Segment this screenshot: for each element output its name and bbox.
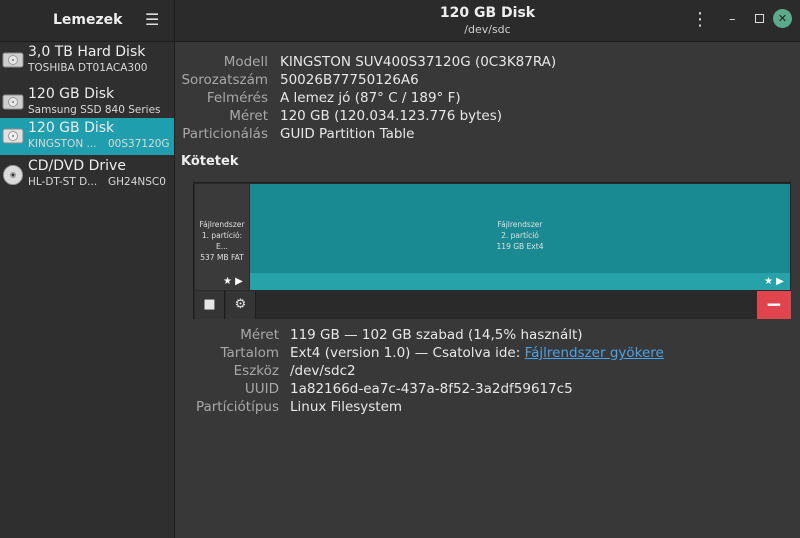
- vol-content-label: Tartalom: [220, 345, 279, 361]
- drive-list: 3,0 TB Hard Disk TOSHIBA DT01ACA300 120 …: [0, 42, 175, 538]
- vol-uuid-value: 1a82166d-ea7c-437a-8f52-3a2df59617c5: [290, 381, 573, 397]
- partitioning-label: Particionálás: [182, 126, 268, 142]
- partition-2[interactable]: Fájlrendszer 2. partíció 119 GB Ext4 ★ ▶: [250, 184, 790, 290]
- partition-2-label: Fájlrendszer 2. partíció 119 GB Ext4: [496, 220, 544, 251]
- serial-value: 50026B77750126A6: [280, 72, 419, 88]
- maximize-icon[interactable]: [755, 14, 764, 23]
- mounted-star-icon: ★ ▶: [223, 276, 243, 287]
- optical-disc-icon: [2, 164, 24, 190]
- drive-serial: 00S37120G: [108, 138, 170, 150]
- sidebar-title: Lemezek: [53, 12, 123, 28]
- partition-1-label: Fájlrendszer 1. partíció: E... 537 MB FA…: [199, 220, 245, 262]
- vol-content-value: Ext4 (version 1.0) — Csatolva ide: Fájlr…: [290, 345, 664, 361]
- drive-model: KINGSTON ...: [28, 138, 97, 150]
- vol-size-value: 119 GB — 102 GB szabad (14,5% használt): [290, 327, 583, 343]
- vol-parttype-value: Linux Filesystem: [290, 399, 403, 415]
- gear-settings-icon[interactable]: ⚙: [226, 291, 256, 319]
- partition-2-usage-band: [250, 273, 790, 290]
- drive-name: 120 GB Disk: [28, 86, 115, 102]
- vol-device-value: /dev/sdc2: [290, 363, 356, 379]
- hard-disk-icon: [2, 50, 24, 74]
- kebab-menu-icon[interactable]: ⋮: [691, 9, 709, 30]
- ssd-icon: [2, 126, 24, 150]
- drive-name: CD/DVD Drive: [28, 158, 126, 174]
- disk-details-panel: Modell KINGSTON SUV400S37120G (0C3K87RA)…: [175, 42, 800, 538]
- model-label: Modell: [223, 54, 268, 70]
- assessment-label: Felmérés: [206, 90, 268, 106]
- mounted-star-icon: ★ ▶: [764, 276, 784, 287]
- volumes-title: Kötetek: [181, 154, 239, 169]
- size-value: 120 GB (120.034.123.776 bytes): [280, 108, 503, 124]
- vol-size-label: Méret: [240, 327, 279, 343]
- vol-uuid-label: UUID: [244, 381, 279, 397]
- vol-parttype-label: Partíciótípus: [195, 399, 279, 415]
- model-value: KINGSTON SUV400S37120G (0C3K87RA): [280, 54, 557, 70]
- drive-item-2[interactable]: 120 GB Disk KINGSTON ... 00S37120G: [0, 118, 174, 155]
- drive-name: 3,0 TB Hard Disk: [28, 44, 146, 60]
- sidebar-header: Lemezek ☰: [0, 0, 175, 42]
- volumes-graph: Fájlrendszer 1. partíció: E... 537 MB FA…: [193, 182, 791, 319]
- drive-item-0[interactable]: 3,0 TB Hard Disk TOSHIBA DT01ACA300: [0, 42, 174, 79]
- drive-item-3[interactable]: CD/DVD Drive HL-DT-ST D... GH24NSC0: [0, 156, 174, 193]
- drive-name: 120 GB Disk: [28, 120, 115, 136]
- volume-toolbar: ■ ⚙ −: [195, 291, 791, 319]
- partition-1[interactable]: Fájlrendszer 1. partíció: E... 537 MB FA…: [195, 184, 249, 290]
- unmount-stop-icon[interactable]: ■: [195, 291, 225, 319]
- serial-label: Sorozatszám: [181, 72, 268, 88]
- filesystem-root-link[interactable]: Fájlrendszer gyökere: [525, 345, 664, 361]
- drive-model: TOSHIBA DT01ACA300: [28, 62, 148, 74]
- hamburger-menu-icon[interactable]: ☰: [145, 10, 159, 29]
- drive-model: Samsung SSD 840 Series: [28, 104, 161, 116]
- ssd-icon: [2, 92, 24, 116]
- partitioning-value: GUID Partition Table: [280, 126, 415, 142]
- drive-model: HL-DT-ST D...: [28, 176, 98, 188]
- close-icon[interactable]: ✕: [773, 9, 792, 28]
- header-bar: 120 GB Disk /dev/sdc ⋮ – ✕: [175, 0, 800, 42]
- size-label: Méret: [229, 108, 268, 124]
- drive-serial: GH24NSC0: [108, 176, 166, 188]
- vol-device-label: Eszköz: [233, 363, 279, 379]
- minimize-icon[interactable]: –: [729, 12, 736, 27]
- drive-item-1[interactable]: 120 GB Disk Samsung SSD 840 Series: [0, 84, 174, 121]
- delete-partition-minus-icon[interactable]: −: [757, 291, 791, 319]
- assessment-value: A lemez jó (87° C / 189° F): [280, 90, 461, 106]
